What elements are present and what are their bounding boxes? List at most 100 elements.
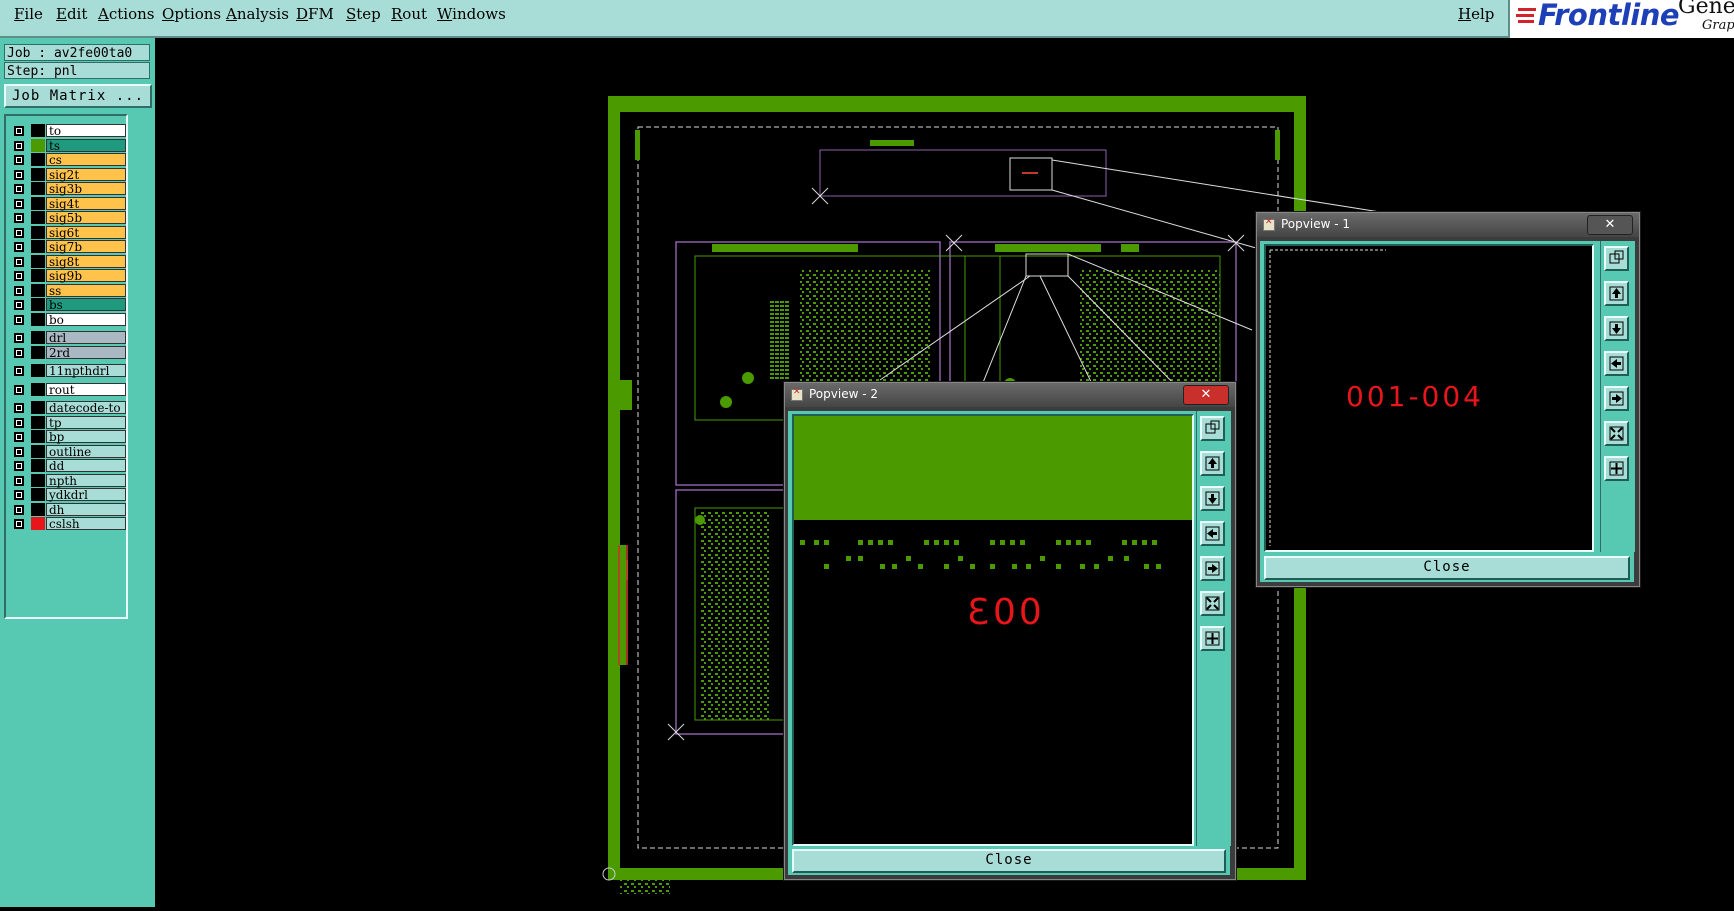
layer-color-swatch[interactable] [31, 283, 45, 297]
layer-color-swatch[interactable] [31, 298, 45, 311]
layer-name-label[interactable]: cslsh [46, 517, 126, 530]
pan-down-icon[interactable] [1604, 316, 1629, 341]
layer-row-tp[interactable]: tp [9, 415, 127, 430]
layer-checkbox[interactable] [14, 333, 24, 343]
layer-checkbox[interactable] [14, 403, 24, 413]
pan-up-icon[interactable] [1200, 451, 1225, 476]
layer-color-swatch[interactable] [31, 345, 45, 359]
menu-dfm[interactable]: DFM [296, 5, 334, 23]
job-matrix-button[interactable]: Job Matrix ... [4, 84, 152, 108]
layer-name-label[interactable]: npth [46, 473, 126, 487]
layer-row-ss[interactable]: ss [9, 283, 127, 298]
layer-color-swatch[interactable] [31, 269, 45, 282]
pan-right-icon[interactable] [1200, 556, 1225, 581]
layer-row-sig5b[interactable]: sig5b [9, 211, 127, 225]
layer-checkbox[interactable] [14, 461, 24, 471]
layer-color-swatch[interactable] [31, 331, 45, 344]
layer-checkbox[interactable] [14, 347, 24, 358]
popview-1-close-button[interactable]: Close [1264, 556, 1630, 580]
layer-checkbox[interactable] [14, 384, 24, 395]
layer-color-swatch[interactable] [31, 124, 45, 137]
menu-file[interactable]: File [14, 5, 43, 23]
layer-color-swatch[interactable] [31, 502, 45, 516]
layer-color-swatch[interactable] [31, 196, 45, 210]
layer-name-label[interactable]: bo [46, 312, 126, 326]
layer-checkbox[interactable] [14, 432, 24, 442]
layer-color-swatch[interactable] [31, 211, 45, 224]
pan-left-icon[interactable] [1604, 351, 1629, 376]
layer-row-sig6t[interactable]: sig6t [9, 225, 127, 240]
menu-actions[interactable]: Actions [98, 5, 154, 23]
layer-checkbox[interactable] [14, 169, 24, 180]
layer-color-swatch[interactable] [31, 182, 45, 195]
popview-1-close-icon[interactable]: ✕ [1587, 215, 1633, 235]
layer-checkbox[interactable] [14, 213, 24, 223]
layer-checkbox[interactable] [14, 314, 24, 325]
layer-name-label[interactable]: bs [46, 298, 126, 311]
layer-name-label[interactable]: dd [46, 459, 126, 472]
layer-color-swatch[interactable] [31, 444, 45, 458]
layer-name-label[interactable]: sig7b [46, 240, 126, 253]
layer-row-npth[interactable]: npth [9, 473, 127, 488]
layer-color-swatch[interactable] [31, 430, 45, 443]
layer-name-label[interactable]: ydkdrl [46, 488, 126, 501]
pan-down-icon[interactable] [1200, 486, 1225, 511]
layer-checkbox[interactable] [14, 126, 24, 136]
layer-name-label[interactable]: 11npthdrl [46, 364, 126, 377]
layer-name-label[interactable]: drl [46, 331, 126, 344]
layer-row-sig4t[interactable]: sig4t [9, 196, 127, 211]
layer-color-swatch[interactable] [31, 415, 45, 429]
popview-2-close-icon[interactable]: ✕ [1183, 385, 1229, 405]
layer-row-drl[interactable]: drl [9, 331, 127, 345]
layer-row-bp[interactable]: bp [9, 430, 127, 444]
pan-left-icon[interactable] [1200, 521, 1225, 546]
layer-color-swatch[interactable] [31, 517, 45, 530]
pan-right-icon[interactable] [1604, 386, 1629, 411]
layer-name-label[interactable]: sig8t [46, 254, 126, 268]
zoom-window-icon[interactable] [1604, 246, 1629, 271]
layer-row-to[interactable]: to [9, 124, 127, 138]
zoom-in-icon[interactable] [1604, 456, 1629, 481]
menu-edit[interactable]: Edit [56, 5, 87, 23]
layer-row-cslsh[interactable]: cslsh [9, 517, 127, 531]
layer-color-swatch[interactable] [31, 488, 45, 501]
layer-checkbox[interactable] [14, 227, 24, 238]
popview-1-window[interactable]: Popview - 1 ✕ 001-004 Close [1256, 212, 1640, 587]
layer-name-label[interactable]: dh [46, 502, 126, 516]
layer-name-label[interactable]: cs [46, 153, 126, 166]
zoom-window-icon[interactable] [1200, 416, 1225, 441]
layer-checkbox[interactable] [14, 256, 24, 267]
popview-1-titlebar[interactable]: Popview - 1 ✕ [1257, 213, 1639, 237]
layer-row-sig9b[interactable]: sig9b [9, 269, 127, 283]
layer-row-ydkdrl[interactable]: ydkdrl [9, 488, 127, 502]
menu-step[interactable]: Step [346, 5, 381, 23]
layer-row-ts[interactable]: ts [9, 138, 127, 153]
zoom-out-icon[interactable] [1604, 421, 1629, 446]
menu-windows[interactable]: Windows [437, 5, 506, 23]
layer-row-sig7b[interactable]: sig7b [9, 240, 127, 254]
layer-color-swatch[interactable] [31, 459, 45, 472]
popview-2-close-button[interactable]: Close [792, 849, 1226, 873]
layer-checkbox[interactable] [14, 475, 24, 486]
layer-color-swatch[interactable] [31, 382, 45, 396]
layer-checkbox[interactable] [14, 155, 24, 165]
layer-row-dd[interactable]: dd [9, 459, 127, 473]
layer-name-label[interactable]: sig9b [46, 269, 126, 282]
layer-color-swatch[interactable] [31, 254, 45, 268]
layer-name-label[interactable]: datecode-to [46, 401, 126, 414]
layer-checkbox[interactable] [14, 417, 24, 428]
layer-checkbox[interactable] [14, 184, 24, 194]
menu-analysis[interactable]: Analysis [226, 5, 289, 23]
layer-row-11npthdrl[interactable]: 11npthdrl [9, 364, 127, 378]
layer-row-rout[interactable]: rout [9, 382, 127, 397]
zoom-in-icon[interactable] [1200, 626, 1225, 651]
menu-rout[interactable]: Rout [391, 5, 427, 23]
layer-row-sig3b[interactable]: sig3b [9, 182, 127, 196]
layer-checkbox[interactable] [14, 366, 24, 376]
layer-name-label[interactable]: bp [46, 430, 126, 443]
layer-color-swatch[interactable] [31, 138, 45, 152]
layer-color-swatch[interactable] [31, 240, 45, 253]
layer-name-label[interactable]: sig6t [46, 225, 126, 239]
layer-name-label[interactable]: sig4t [46, 196, 126, 210]
layer-checkbox[interactable] [14, 271, 24, 281]
